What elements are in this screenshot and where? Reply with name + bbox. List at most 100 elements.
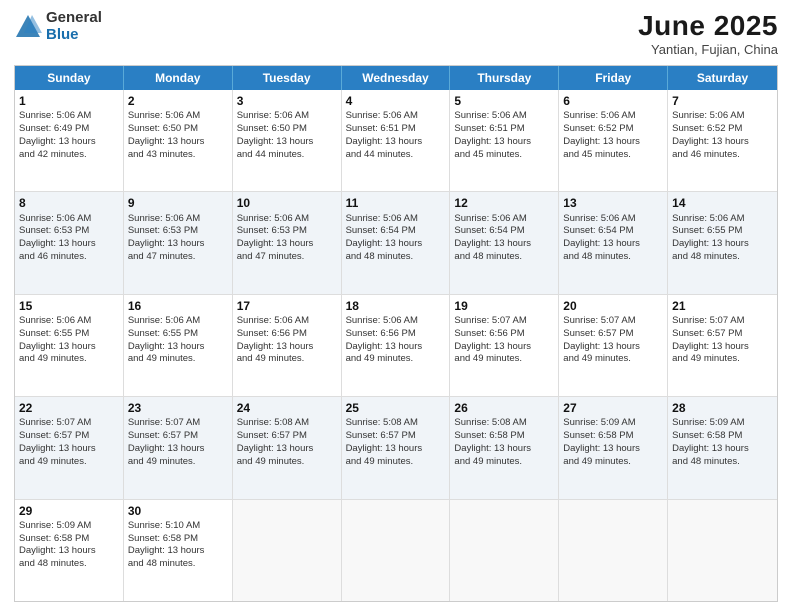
cal-cell-day-9: 9 Sunrise: 5:06 AM Sunset: 6:53 PM Daylig… [124,192,233,293]
cal-cell-day-21: 21Sunrise: 5:07 AM Sunset: 6:57 PM Dayli… [668,295,777,396]
cell-sunrise-text: Sunrise: 5:06 AM Sunset: 6:56 PM Dayligh… [346,315,446,366]
cal-cell-day-29: 29Sunrise: 5:09 AM Sunset: 6:58 PM Dayli… [15,500,124,601]
cell-sunrise-text: Sunrise: 5:06 AM Sunset: 6:51 PM Dayligh… [346,110,446,161]
cell-sunrise-text: Sunrise: 5:08 AM Sunset: 6:58 PM Dayligh… [454,417,554,468]
cell-sunrise-text: Sunrise: 5:06 AM Sunset: 6:50 PM Dayligh… [128,110,228,161]
cal-cell-empty [342,500,451,601]
cell-sunrise-text: Sunrise: 5:06 AM Sunset: 6:54 PM Dayligh… [563,213,663,264]
day-number: 8 [19,195,119,211]
day-number: 26 [454,400,554,416]
day-number: 21 [672,298,773,314]
cal-cell-day-14: 14Sunrise: 5:06 AM Sunset: 6:55 PM Dayli… [668,192,777,293]
cal-cell-day-24: 24Sunrise: 5:08 AM Sunset: 6:57 PM Dayli… [233,397,342,498]
day-number: 18 [346,298,446,314]
calendar-body: 1Sunrise: 5:06 AM Sunset: 6:49 PM Daylig… [15,90,777,601]
cell-sunrise-text: Sunrise: 5:06 AM Sunset: 6:51 PM Dayligh… [454,110,554,161]
day-number: 16 [128,298,228,314]
day-number: 23 [128,400,228,416]
cell-sunrise-text: Sunrise: 5:09 AM Sunset: 6:58 PM Dayligh… [19,520,119,571]
cell-sunrise-text: Sunrise: 5:07 AM Sunset: 6:57 PM Dayligh… [128,417,228,468]
cal-cell-day-23: 23Sunrise: 5:07 AM Sunset: 6:57 PM Dayli… [124,397,233,498]
cal-week-row: 22Sunrise: 5:07 AM Sunset: 6:57 PM Dayli… [15,397,777,499]
day-number: 24 [237,400,337,416]
cell-sunrise-text: Sunrise: 5:06 AM Sunset: 6:54 PM Dayligh… [346,213,446,264]
cell-sunrise-text: Sunrise: 5:08 AM Sunset: 6:57 PM Dayligh… [346,417,446,468]
cal-cell-day-6: 6Sunrise: 5:06 AM Sunset: 6:52 PM Daylig… [559,90,668,191]
page: General Blue June 2025 Yantian, Fujian, … [0,0,792,612]
cell-sunrise-text: Sunrise: 5:07 AM Sunset: 6:57 PM Dayligh… [563,315,663,366]
day-number: 9 [128,195,228,211]
day-number: 22 [19,400,119,416]
cal-cell-empty [668,500,777,601]
cell-sunrise-text: Sunrise: 5:07 AM Sunset: 6:56 PM Dayligh… [454,315,554,366]
cell-sunrise-text: Sunrise: 5:06 AM Sunset: 6:55 PM Dayligh… [128,315,228,366]
cal-cell-day-22: 22Sunrise: 5:07 AM Sunset: 6:57 PM Dayli… [15,397,124,498]
cell-sunrise-text: Sunrise: 5:06 AM Sunset: 6:55 PM Dayligh… [19,315,119,366]
cell-sunrise-text: Sunrise: 5:06 AM Sunset: 6:49 PM Dayligh… [19,110,119,161]
cal-cell-day-7: 7Sunrise: 5:06 AM Sunset: 6:52 PM Daylig… [668,90,777,191]
cell-sunrise-text: Sunrise: 5:06 AM Sunset: 6:52 PM Dayligh… [563,110,663,161]
cal-cell-empty [233,500,342,601]
cal-cell-day-11: 11 Sunrise: 5:06 AM Sunset: 6:54 PM Dayli… [342,192,451,293]
header: General Blue June 2025 Yantian, Fujian, … [14,10,778,57]
day-number: 25 [346,400,446,416]
cal-cell-day-4: 4Sunrise: 5:06 AM Sunset: 6:51 PM Daylig… [342,90,451,191]
title-location: Yantian, Fujian, China [638,42,778,57]
day-number: 11 [346,195,446,211]
cal-cell-empty [450,500,559,601]
header-day-wednesday: Wednesday [342,66,451,90]
day-number: 5 [454,93,554,109]
header-day-tuesday: Tuesday [233,66,342,90]
logo: General Blue [14,10,102,43]
day-number: 17 [237,298,337,314]
day-number: 27 [563,400,663,416]
cal-cell-day-2: 2Sunrise: 5:06 AM Sunset: 6:50 PM Daylig… [124,90,233,191]
calendar: SundayMondayTuesdayWednesdayThursdayFrid… [14,65,778,602]
day-number: 15 [19,298,119,314]
cell-sunrise-text: Sunrise: 5:06 AM Sunset: 6:56 PM Dayligh… [237,315,337,366]
cell-sunrise-text: Sunrise: 5:07 AM Sunset: 6:57 PM Dayligh… [672,315,773,366]
cell-sunrise-text: Sunrise: 5:06 AM Sunset: 6:53 PM Dayligh… [128,213,228,264]
cal-week-row: 15Sunrise: 5:06 AM Sunset: 6:55 PM Dayli… [15,295,777,397]
title-block: June 2025 Yantian, Fujian, China [638,10,778,57]
day-number: 13 [563,195,663,211]
logo-blue-label: Blue [46,27,102,44]
cell-sunrise-text: Sunrise: 5:07 AM Sunset: 6:57 PM Dayligh… [19,417,119,468]
header-day-monday: Monday [124,66,233,90]
cal-cell-day-5: 5Sunrise: 5:06 AM Sunset: 6:51 PM Daylig… [450,90,559,191]
day-number: 6 [563,93,663,109]
day-number: 3 [237,93,337,109]
cell-sunrise-text: Sunrise: 5:09 AM Sunset: 6:58 PM Dayligh… [672,417,773,468]
day-number: 30 [128,503,228,519]
cal-cell-day-25: 25Sunrise: 5:08 AM Sunset: 6:57 PM Dayli… [342,397,451,498]
header-day-saturday: Saturday [668,66,777,90]
calendar-header-row: SundayMondayTuesdayWednesdayThursdayFrid… [15,66,777,90]
cal-week-row: 29Sunrise: 5:09 AM Sunset: 6:58 PM Dayli… [15,500,777,601]
day-number: 19 [454,298,554,314]
cal-week-row: 8 Sunrise: 5:06 AM Sunset: 6:53 PM Daylig… [15,192,777,294]
logo-icon [14,13,42,41]
cal-cell-day-20: 20Sunrise: 5:07 AM Sunset: 6:57 PM Dayli… [559,295,668,396]
header-day-thursday: Thursday [450,66,559,90]
cal-cell-day-28: 28Sunrise: 5:09 AM Sunset: 6:58 PM Dayli… [668,397,777,498]
cal-cell-day-13: 13 Sunrise: 5:06 AM Sunset: 6:54 PM Dayli… [559,192,668,293]
cell-sunrise-text: Sunrise: 5:06 AM Sunset: 6:53 PM Dayligh… [19,213,119,264]
cal-cell-day-16: 16Sunrise: 5:06 AM Sunset: 6:55 PM Dayli… [124,295,233,396]
logo-general-label: General [46,10,102,27]
cal-cell-day-1: 1Sunrise: 5:06 AM Sunset: 6:49 PM Daylig… [15,90,124,191]
logo-text: General Blue [46,10,102,43]
cell-sunrise-text: Sunrise: 5:08 AM Sunset: 6:57 PM Dayligh… [237,417,337,468]
cell-sunrise-text: Sunrise: 5:06 AM Sunset: 6:50 PM Dayligh… [237,110,337,161]
cell-sunrise-text: Sunrise: 5:10 AM Sunset: 6:58 PM Dayligh… [128,520,228,571]
day-number: 12 [454,195,554,211]
cal-cell-day-8: 8 Sunrise: 5:06 AM Sunset: 6:53 PM Daylig… [15,192,124,293]
day-number: 2 [128,93,228,109]
cal-cell-day-10: 10Sunrise: 5:06 AM Sunset: 6:53 PM Dayli… [233,192,342,293]
day-number: 29 [19,503,119,519]
cal-cell-day-12: 12Sunrise: 5:06 AM Sunset: 6:54 PM Dayli… [450,192,559,293]
day-number: 28 [672,400,773,416]
day-number: 1 [19,93,119,109]
cal-cell-day-19: 19Sunrise: 5:07 AM Sunset: 6:56 PM Dayli… [450,295,559,396]
day-number: 4 [346,93,446,109]
cell-sunrise-text: Sunrise: 5:06 AM Sunset: 6:55 PM Dayligh… [672,213,773,264]
